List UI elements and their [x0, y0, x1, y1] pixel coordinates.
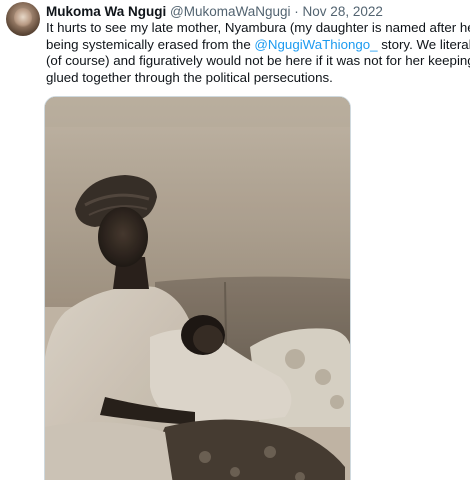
tweet-text-line-4: glued together through the political per… — [46, 69, 333, 85]
mention-link[interactable]: @NgugiWaThiongo_ — [254, 37, 377, 52]
tweet-text-line-1: It hurts to see my late mother, Nyambura… — [46, 20, 470, 35]
tweet-photo[interactable] — [44, 96, 351, 480]
tweet-text-line-3: (of course) and figuratively would not b… — [46, 53, 470, 68]
header-separator: · — [294, 4, 299, 19]
author-display-name[interactable]: Mukoma Wa Ngugi — [46, 4, 166, 19]
tweet-card[interactable]: Mukoma Wa Ngugi @MukomaWaNgugi · Nov 28,… — [0, 0, 470, 480]
tweet-header: Mukoma Wa Ngugi @MukomaWaNgugi · Nov 28,… — [46, 3, 383, 20]
author-avatar[interactable] — [6, 2, 40, 36]
photo-icon — [45, 97, 350, 480]
tweet-date[interactable]: Nov 28, 2022 — [303, 4, 383, 19]
tweet-text-line-2: being systemically erased from the @Ngug… — [46, 36, 470, 54]
tweet-text-line-2-start: being systemically erased from the — [46, 36, 255, 52]
tweet-text-line-2-end: story. We literally — [381, 36, 470, 52]
tweet-text: It hurts to see my late mother, Nyambura… — [46, 20, 470, 86]
author-handle[interactable]: @MukomaWaNgugi — [170, 4, 291, 19]
